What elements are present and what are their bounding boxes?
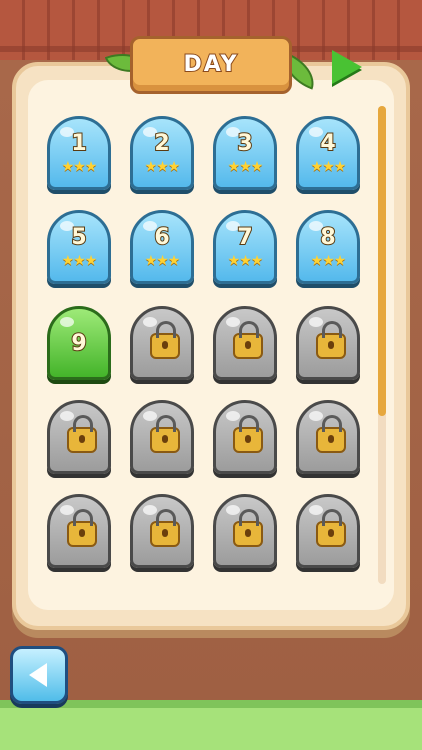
tile-shine xyxy=(226,317,240,327)
tile-shine xyxy=(60,317,74,327)
level-tile-locked[interactable] xyxy=(47,400,111,474)
padlock-icon xyxy=(150,415,180,453)
padlock-icon xyxy=(150,509,180,547)
tile-shine xyxy=(143,505,157,515)
level-tile-locked[interactable] xyxy=(130,494,194,568)
level-tile-locked[interactable] xyxy=(130,306,194,380)
title-banner: DAY xyxy=(104,32,322,100)
level-number: 7 xyxy=(236,224,253,251)
level-tile[interactable]: 9 xyxy=(47,306,111,380)
level-tile-locked[interactable] xyxy=(296,306,360,380)
scrollbar-thumb[interactable] xyxy=(378,106,386,416)
level-number: 1 xyxy=(70,130,87,157)
title-board: DAY xyxy=(130,36,292,94)
level-tile-locked[interactable] xyxy=(296,400,360,474)
level-tile[interactable]: 3 ★★★ xyxy=(213,116,277,190)
star-rating-icon: ★★★ xyxy=(310,253,347,269)
padlock-icon xyxy=(316,321,346,359)
level-number: 4 xyxy=(319,130,336,157)
star-rating-icon: ★★★ xyxy=(310,159,347,175)
level-tile[interactable]: 6 ★★★ xyxy=(130,210,194,284)
padlock-icon xyxy=(67,415,97,453)
tile-shine xyxy=(226,411,240,421)
star-rating-icon: ★★★ xyxy=(61,159,98,175)
tile-shine xyxy=(309,505,323,515)
tile-shine xyxy=(226,505,240,515)
star-rating-icon: ★★★ xyxy=(61,253,98,269)
tile-shine xyxy=(143,411,157,421)
back-button[interactable] xyxy=(10,646,68,704)
level-tile-locked[interactable] xyxy=(213,306,277,380)
level-number: 3 xyxy=(236,130,253,157)
level-number: 2 xyxy=(153,130,170,157)
level-number: 6 xyxy=(153,224,170,251)
star-rating-icon: ★★★ xyxy=(144,253,181,269)
level-tile-locked[interactable] xyxy=(130,400,194,474)
tile-shine xyxy=(143,317,157,327)
padlock-icon xyxy=(150,321,180,359)
padlock-icon xyxy=(67,509,97,547)
tile-shine xyxy=(309,411,323,421)
page-title: DAY xyxy=(182,51,239,78)
level-tile-locked[interactable] xyxy=(47,494,111,568)
padlock-icon xyxy=(316,509,346,547)
grass-strip xyxy=(0,700,422,750)
level-tile-locked[interactable] xyxy=(213,400,277,474)
padlock-icon xyxy=(233,321,263,359)
level-tile[interactable]: 8 ★★★ xyxy=(296,210,360,284)
level-tile[interactable]: 5 ★★★ xyxy=(47,210,111,284)
padlock-icon xyxy=(233,509,263,547)
level-tile-locked[interactable] xyxy=(213,494,277,568)
tile-shine xyxy=(60,505,74,515)
tile-shine xyxy=(60,411,74,421)
tile-shine xyxy=(309,317,323,327)
back-arrow-icon xyxy=(29,663,47,687)
star-rating-icon: ★★★ xyxy=(227,159,264,175)
level-number: 9 xyxy=(70,330,87,357)
level-number: 8 xyxy=(319,224,336,251)
play-arrow-icon[interactable] xyxy=(332,50,362,84)
level-number: 5 xyxy=(70,224,87,251)
level-tile[interactable]: 4 ★★★ xyxy=(296,116,360,190)
level-tile-locked[interactable] xyxy=(296,494,360,568)
level-tile[interactable]: 1 ★★★ xyxy=(47,116,111,190)
star-rating-icon: ★★★ xyxy=(144,159,181,175)
star-rating-icon: ★★★ xyxy=(227,253,264,269)
padlock-icon xyxy=(316,415,346,453)
level-tile[interactable]: 7 ★★★ xyxy=(213,210,277,284)
level-tile[interactable]: 2 ★★★ xyxy=(130,116,194,190)
padlock-icon xyxy=(233,415,263,453)
